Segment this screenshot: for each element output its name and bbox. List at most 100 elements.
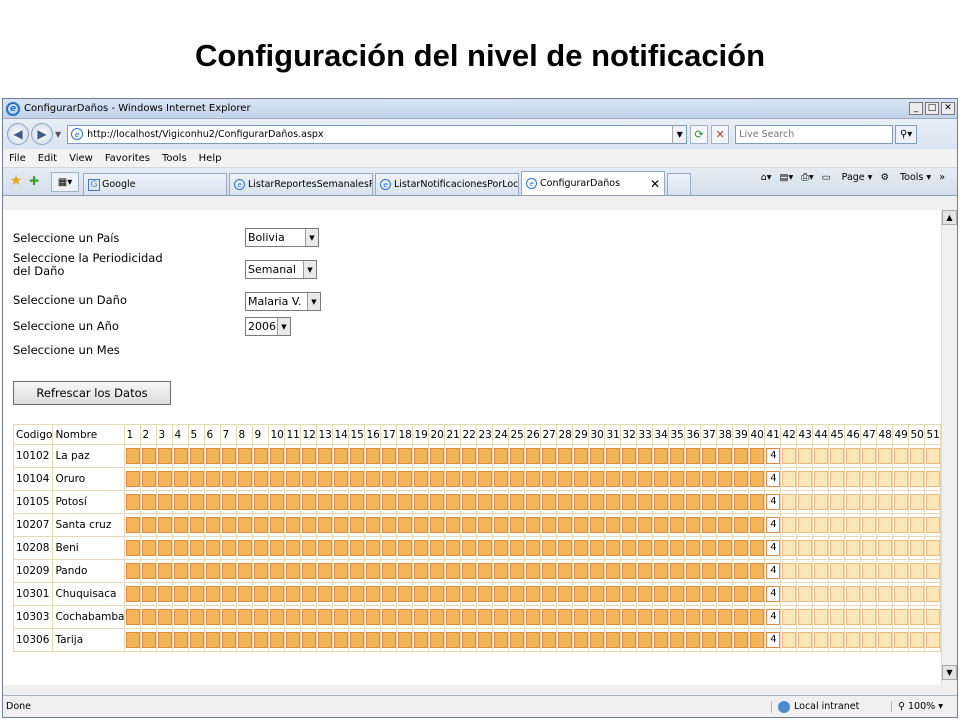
- week-input[interactable]: [126, 586, 141, 602]
- week-input[interactable]: [318, 609, 333, 625]
- week-input[interactable]: [318, 517, 333, 533]
- week-input[interactable]: [574, 494, 589, 510]
- week-input[interactable]: [206, 563, 221, 579]
- week-input[interactable]: [254, 632, 269, 648]
- week-input[interactable]: [718, 540, 733, 556]
- week-input[interactable]: [782, 609, 797, 625]
- week-input[interactable]: [318, 471, 333, 487]
- week-input[interactable]: [174, 540, 189, 556]
- week-input[interactable]: [222, 609, 237, 625]
- week-input[interactable]: [734, 448, 749, 464]
- home-icon[interactable]: ⌂▾: [761, 172, 772, 183]
- week-input[interactable]: [462, 563, 477, 579]
- week-input[interactable]: [558, 563, 573, 579]
- week-input[interactable]: [798, 517, 813, 533]
- week-input[interactable]: [350, 586, 365, 602]
- week-input[interactable]: [910, 471, 925, 487]
- week-input[interactable]: [638, 448, 653, 464]
- week-input[interactable]: [782, 471, 797, 487]
- week-input[interactable]: [446, 586, 461, 602]
- week-input[interactable]: [222, 632, 237, 648]
- tab-google[interactable]: G Google: [83, 173, 227, 195]
- week-input[interactable]: [558, 494, 573, 510]
- week-input[interactable]: [782, 540, 797, 556]
- menu-tools[interactable]: Tools: [162, 153, 187, 164]
- week-input[interactable]: [430, 586, 445, 602]
- week-input[interactable]: [254, 471, 269, 487]
- week-input[interactable]: [398, 448, 413, 464]
- week-input[interactable]: [158, 494, 173, 510]
- week-input[interactable]: [926, 586, 941, 602]
- week-input[interactable]: [334, 540, 349, 556]
- week-input[interactable]: [190, 632, 205, 648]
- week-input[interactable]: [558, 540, 573, 556]
- week-input[interactable]: [670, 563, 685, 579]
- week-input[interactable]: [366, 609, 381, 625]
- week-input[interactable]: [846, 448, 861, 464]
- week-input[interactable]: [830, 632, 845, 648]
- week-input[interactable]: [206, 586, 221, 602]
- week-input[interactable]: [254, 586, 269, 602]
- week-input[interactable]: [414, 494, 429, 510]
- week-input[interactable]: [414, 586, 429, 602]
- week-input[interactable]: [350, 494, 365, 510]
- week-input[interactable]: [462, 540, 477, 556]
- menu-view[interactable]: View: [69, 153, 93, 164]
- week-input[interactable]: [574, 632, 589, 648]
- scroll-down-icon[interactable]: ▼: [942, 665, 957, 680]
- week-input[interactable]: [590, 563, 605, 579]
- history-dropdown-icon[interactable]: ▼: [55, 130, 61, 139]
- address-url[interactable]: http://localhost/Vigiconhu2/ConfigurarDa…: [87, 129, 672, 140]
- week-input[interactable]: [718, 632, 733, 648]
- week-input[interactable]: [670, 540, 685, 556]
- week-input[interactable]: [926, 494, 941, 510]
- week-input[interactable]: [398, 586, 413, 602]
- week-input[interactable]: [126, 494, 141, 510]
- week-input[interactable]: [798, 609, 813, 625]
- week-input[interactable]: [654, 517, 669, 533]
- week-input[interactable]: [478, 517, 493, 533]
- week-input[interactable]: [366, 586, 381, 602]
- week-input[interactable]: [222, 540, 237, 556]
- week-input[interactable]: [798, 494, 813, 510]
- week-input[interactable]: [382, 540, 397, 556]
- vertical-scrollbar[interactable]: ▲ ▼: [941, 210, 957, 685]
- week-input[interactable]: [702, 632, 717, 648]
- week-input[interactable]: [830, 586, 845, 602]
- week-input[interactable]: [590, 609, 605, 625]
- week-input[interactable]: [686, 563, 701, 579]
- week-input[interactable]: [446, 540, 461, 556]
- week-input[interactable]: [366, 494, 381, 510]
- week-input[interactable]: [702, 563, 717, 579]
- week-input[interactable]: [910, 563, 925, 579]
- maximize-icon[interactable]: □: [925, 102, 939, 115]
- week-input[interactable]: [254, 517, 269, 533]
- week-input[interactable]: [574, 471, 589, 487]
- week-input[interactable]: [270, 586, 285, 602]
- week-input[interactable]: [574, 540, 589, 556]
- week-input[interactable]: [622, 517, 637, 533]
- week-input[interactable]: [814, 517, 829, 533]
- week-input[interactable]: [174, 517, 189, 533]
- week-input[interactable]: [718, 586, 733, 602]
- stop-icon[interactable]: ✕: [711, 124, 730, 144]
- week-input[interactable]: [542, 632, 557, 648]
- week-input[interactable]: [238, 471, 253, 487]
- week-input[interactable]: [526, 471, 541, 487]
- week-input[interactable]: [798, 448, 813, 464]
- week-input[interactable]: [510, 448, 525, 464]
- week-input[interactable]: [254, 540, 269, 556]
- week-input[interactable]: [542, 609, 557, 625]
- week-input[interactable]: [398, 540, 413, 556]
- week-input[interactable]: [526, 517, 541, 533]
- week-input[interactable]: [830, 563, 845, 579]
- week-input[interactable]: [590, 517, 605, 533]
- week-input[interactable]: [462, 632, 477, 648]
- week-input[interactable]: [830, 609, 845, 625]
- week-input[interactable]: [702, 586, 717, 602]
- week-input[interactable]: [814, 609, 829, 625]
- week-input[interactable]: [350, 540, 365, 556]
- week-input[interactable]: [878, 563, 893, 579]
- pais-select[interactable]: Bolivia ▼: [245, 228, 319, 247]
- week-input[interactable]: [478, 494, 493, 510]
